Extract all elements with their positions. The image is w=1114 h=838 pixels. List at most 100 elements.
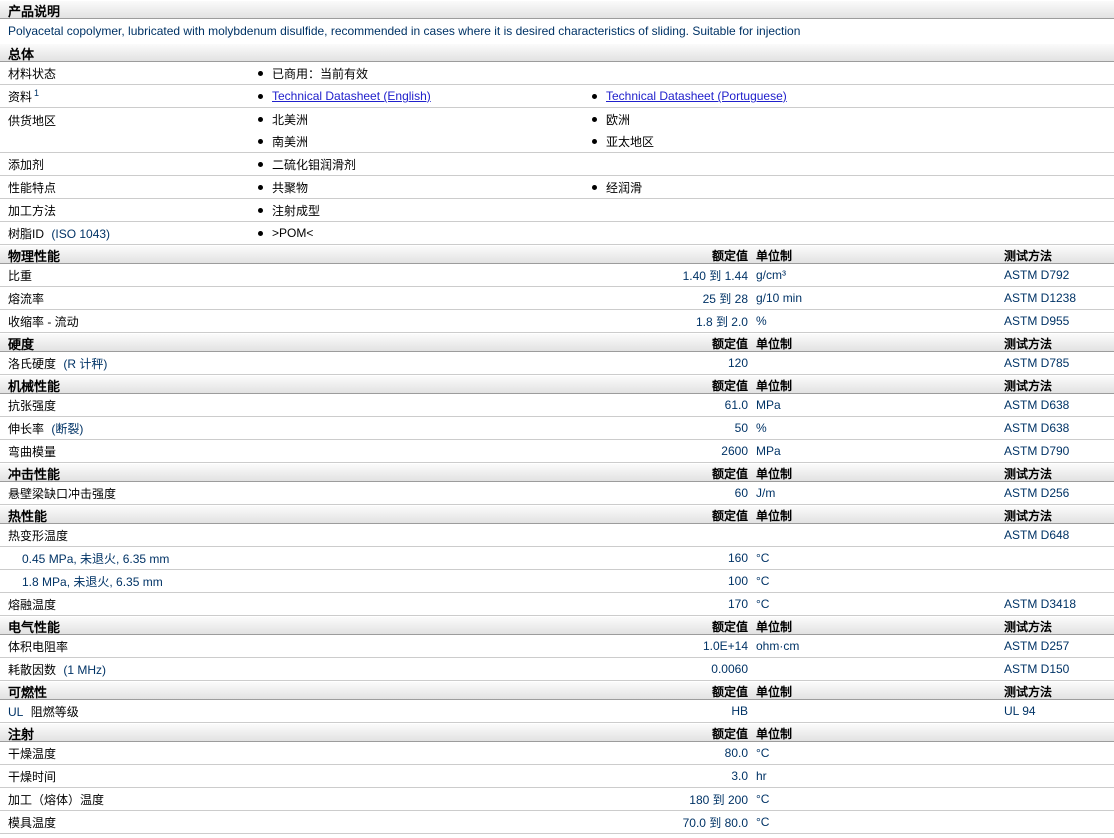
property-value: 1.40 到 1.44 bbox=[682, 268, 748, 283]
page-title: 产品说明 bbox=[8, 4, 61, 19]
section-title-hardness: 硬度 bbox=[8, 337, 35, 352]
row-specific-gravity: 比重 1.40 到 1.44 g/cm³ ASTM D792 bbox=[0, 264, 1114, 287]
column-header-unit: 单位制 bbox=[756, 727, 793, 741]
row-processing-method: 加工方法 注射成型 bbox=[0, 199, 1114, 222]
property-method: ASTM D256 bbox=[1004, 486, 1070, 500]
row-mold-temperature: 模具温度 70.0 到 80.0 °C bbox=[0, 811, 1114, 834]
row-tensile-strength: 抗张强度 61.0 MPa ASTM D638 bbox=[0, 394, 1114, 417]
row-label: 性能特点 bbox=[8, 180, 57, 195]
property-unit: ohm·cm bbox=[756, 639, 800, 653]
bullet-icon bbox=[592, 116, 597, 122]
property-label: 加工（熔体）温度 bbox=[8, 792, 105, 807]
row-value: 二硫化钼润滑剂 bbox=[272, 157, 357, 172]
property-unit: °C bbox=[756, 815, 770, 829]
property-unit: % bbox=[756, 421, 767, 435]
column-header-unit: 单位制 bbox=[756, 620, 793, 634]
feature-item: 共聚物 bbox=[272, 180, 309, 195]
row-resin-id: 树脂ID (ISO 1043) >POM< bbox=[0, 222, 1114, 245]
section-title-injection: 注射 bbox=[8, 727, 35, 742]
property-condition-label: 1.8 MPa, 未退火, 6.35 mm bbox=[22, 574, 163, 589]
property-unit: % bbox=[756, 314, 767, 328]
material-datasheet-page: 产品说明 Polyacetal copolymer, lubricated wi… bbox=[0, 0, 1114, 838]
property-label: 伸长率 bbox=[8, 421, 45, 436]
property-value: 160 bbox=[727, 551, 748, 565]
property-method: ASTM D3418 bbox=[1004, 597, 1077, 611]
bullet-icon bbox=[258, 70, 263, 76]
row-shrinkage-flow: 收缩率 - 流动 1.8 到 2.0 % ASTM D955 bbox=[0, 310, 1114, 333]
property-label: 悬壁梁缺口冲击强度 bbox=[8, 486, 117, 501]
technical-datasheet-english-link[interactable]: Technical Datasheet (English) bbox=[272, 89, 431, 103]
column-header-unit: 单位制 bbox=[756, 467, 793, 481]
column-header-value: 额定值 bbox=[711, 509, 748, 523]
property-method: ASTM D1238 bbox=[1004, 291, 1077, 305]
column-header-method: 测试方法 bbox=[1004, 509, 1053, 523]
bullet-icon bbox=[258, 207, 263, 213]
row-rockwell-hardness: 洛氏硬度 (R 计秤) 120 ASTM D785 bbox=[0, 352, 1114, 375]
row-label: 添加剂 bbox=[8, 157, 45, 172]
property-label: 比重 bbox=[8, 268, 33, 283]
property-label: 熔融温度 bbox=[8, 597, 57, 612]
bullet-icon bbox=[592, 93, 597, 99]
row-ul-flame-rating: UL 阻燃等级 HB UL 94 bbox=[0, 700, 1114, 723]
section-title-thermal: 热性能 bbox=[8, 509, 48, 524]
column-header-method: 测试方法 bbox=[1004, 249, 1053, 263]
property-value: 61.0 bbox=[724, 398, 748, 412]
column-header-unit: 单位制 bbox=[756, 379, 793, 393]
column-header-value: 额定值 bbox=[711, 467, 748, 481]
property-value: 180 到 200 bbox=[689, 792, 748, 807]
property-label-condition: (1 MHz) bbox=[63, 662, 107, 677]
property-label-condition: (断裂) bbox=[51, 421, 84, 436]
property-unit: MPa bbox=[756, 444, 781, 458]
row-notched-izod: 悬壁梁缺口冲击强度 60 J/m ASTM D256 bbox=[0, 482, 1114, 505]
property-value: 25 到 28 bbox=[702, 291, 748, 306]
property-method: ASTM D638 bbox=[1004, 421, 1070, 435]
property-unit: hr bbox=[756, 769, 767, 783]
bullet-icon bbox=[258, 138, 263, 144]
property-label: 弯曲模量 bbox=[8, 444, 57, 459]
row-melt-flow: 熔流率 25 到 28 g/10 min ASTM D1238 bbox=[0, 287, 1114, 310]
property-label: 阻燃等级 bbox=[30, 704, 79, 719]
section-header-flammability: 可燃性 额定值 单位制 测试方法 bbox=[0, 681, 1114, 700]
region-item: 欧洲 bbox=[606, 112, 631, 127]
section-header-injection: 注射 额定值 单位制 bbox=[0, 723, 1114, 742]
bullet-icon bbox=[592, 184, 597, 190]
property-label: 洛氏硬度 bbox=[8, 356, 57, 371]
property-method: ASTM D790 bbox=[1004, 444, 1070, 458]
property-unit: °C bbox=[756, 746, 770, 760]
property-value: 0.0060 bbox=[711, 662, 748, 676]
row-label: 材料状态 bbox=[8, 66, 57, 81]
property-unit: g/cm³ bbox=[756, 268, 786, 282]
bullet-icon bbox=[258, 161, 263, 167]
feature-item: 经润滑 bbox=[606, 180, 643, 195]
property-value: 1.8 到 2.0 bbox=[695, 314, 748, 329]
row-label: 树脂ID bbox=[8, 226, 45, 241]
property-label: 体积电阻率 bbox=[8, 639, 69, 654]
section-header-mechanical: 机械性能 额定值 单位制 测试方法 bbox=[0, 375, 1114, 394]
technical-datasheet-portuguese-link[interactable]: Technical Datasheet (Portuguese) bbox=[606, 89, 787, 103]
row-volume-resistivity: 体积电阻率 1.0E+14 ohm·cm ASTM D257 bbox=[0, 635, 1114, 658]
bullet-icon bbox=[258, 116, 263, 122]
property-method: ASTM D150 bbox=[1004, 662, 1070, 676]
row-availability: 供货地区 北美洲 南美洲 欧洲 亚太地区 bbox=[0, 108, 1114, 153]
row-drying-temperature: 干燥温度 80.0 °C bbox=[0, 742, 1114, 765]
row-label: 加工方法 bbox=[8, 203, 57, 218]
property-unit: g/10 min bbox=[756, 291, 803, 305]
property-value: 60 bbox=[734, 486, 748, 500]
column-header-unit: 单位制 bbox=[756, 249, 793, 263]
row-label: 供货地区 bbox=[8, 114, 57, 128]
column-header-value: 额定值 bbox=[711, 685, 748, 699]
section-header-impact: 冲击性能 额定值 单位制 测试方法 bbox=[0, 463, 1114, 482]
row-drying-time: 干燥时间 3.0 hr bbox=[0, 765, 1114, 788]
column-header-unit: 单位制 bbox=[756, 509, 793, 523]
row-dissipation-factor: 耗散因数 (1 MHz) 0.0060 ASTM D150 bbox=[0, 658, 1114, 681]
bullet-icon bbox=[258, 230, 263, 236]
section-title-flammability: 可燃性 bbox=[8, 685, 48, 700]
row-processing-melt-temperature: 加工（熔体）温度 180 到 200 °C bbox=[0, 788, 1114, 811]
property-value: 1.0E+14 bbox=[702, 639, 748, 653]
column-header-method: 测试方法 bbox=[1004, 467, 1053, 481]
footnote-marker: 1 bbox=[34, 87, 40, 98]
property-method: ASTM D638 bbox=[1004, 398, 1070, 412]
property-label: 干燥时间 bbox=[8, 769, 57, 784]
section-title-impact: 冲击性能 bbox=[8, 467, 61, 482]
property-condition-label: 0.45 MPa, 未退火, 6.35 mm bbox=[22, 551, 170, 566]
